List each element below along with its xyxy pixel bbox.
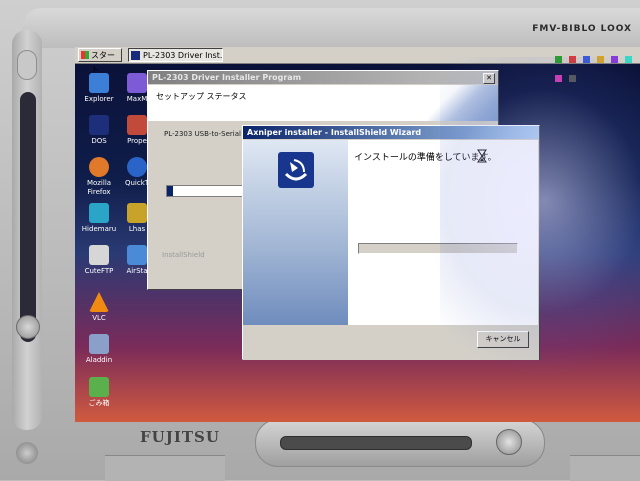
- vlc-cone-icon: [89, 292, 109, 312]
- desktop-icon-label: ごみ箱: [88, 399, 110, 407]
- start-label: スタート: [91, 51, 115, 74]
- taskbar: スタート PL-2303 Driver Inst...: [75, 47, 640, 82]
- system-tray: [554, 48, 640, 82]
- airstation-icon: [127, 245, 147, 265]
- brand-bottom-logo: FUJITSU: [140, 428, 220, 446]
- taskbar-button-label: PL-2303 Driver Inst...: [143, 51, 223, 60]
- wizard-progress-bar: [358, 243, 518, 254]
- installer-title-bar[interactable]: PL-2303 Driver Installer Program: [148, 71, 498, 84]
- header-graphic: [428, 85, 498, 121]
- bottom-round-button[interactable]: [496, 429, 522, 455]
- hinge-left: [105, 455, 225, 481]
- hourglass-icon: [477, 149, 487, 163]
- desktop-icon-label: VLC: [92, 314, 106, 322]
- tray-icon[interactable]: [569, 56, 577, 63]
- status-led: [17, 50, 37, 80]
- wizard-status-text: インストールの準備をしています。: [354, 153, 497, 163]
- fingerprint-slot: [280, 436, 472, 450]
- desktop-icon-aladdin[interactable]: Aladdin: [75, 334, 123, 365]
- power-button[interactable]: [16, 315, 40, 339]
- installshield-brand: InstallShield: [162, 251, 205, 259]
- wizard-title: Axniper installer - InstallShield Wizard: [247, 128, 422, 137]
- aladdin-icon: [89, 334, 109, 354]
- wizard-content: インストールの準備をしています。: [348, 140, 538, 325]
- windows-flag-icon: [81, 51, 89, 59]
- start-button[interactable]: スタート: [78, 48, 122, 74]
- wizard-button-bar: キャンセル: [243, 325, 539, 360]
- tray-icon[interactable]: [555, 75, 562, 82]
- tray-icon[interactable]: [625, 56, 633, 63]
- tray-icon[interactable]: [583, 56, 591, 63]
- tray-icon[interactable]: [569, 75, 577, 82]
- desktop-icon-vlc[interactable]: VLC: [75, 292, 123, 323]
- close-button[interactable]: ✕: [483, 73, 495, 84]
- tray-icon[interactable]: [597, 56, 605, 63]
- hidemaru-icon: [89, 203, 109, 223]
- lhasa-icon: [127, 203, 147, 223]
- bezel-left-rail: [12, 30, 42, 464]
- hinge-right: [570, 455, 640, 481]
- brand-top-logo: FMV-BIBLO LOOX: [532, 24, 632, 34]
- installer-icon: [131, 51, 140, 60]
- wizard-side-panel: [243, 140, 348, 325]
- tray-icon[interactable]: [555, 56, 562, 63]
- explorer-icon: [89, 73, 109, 93]
- installer-header-title: セットアップ ステータス: [156, 92, 247, 101]
- firefox-icon: [89, 157, 109, 177]
- installer-progress-fill: [167, 186, 173, 196]
- wizard-window: Axniper installer - InstallShield Wizard…: [242, 125, 540, 360]
- tray-icon[interactable]: [611, 56, 619, 63]
- quicktime-icon: [127, 157, 147, 177]
- cuteftp-icon: [89, 245, 109, 265]
- app-icon: [127, 115, 147, 135]
- screen: スタート PL-2303 Driver Inst... Explorer Max…: [75, 47, 640, 422]
- desktop-icon-recycle-bin[interactable]: ごみ箱: [75, 377, 123, 408]
- wizard-title-bar[interactable]: Axniper installer - InstallShield Wizard: [243, 126, 539, 139]
- recycle-bin-icon: [89, 377, 109, 397]
- cancel-button[interactable]: キャンセル: [477, 331, 529, 348]
- dos-icon: [89, 115, 109, 135]
- bottom-control-bar: [255, 419, 545, 467]
- installer-header: セットアップ ステータス: [148, 85, 498, 121]
- taskbar-button-installer[interactable]: PL-2303 Driver Inst...: [128, 48, 223, 62]
- rail-panel: [20, 92, 36, 342]
- desktop-icon-label: Aladdin: [85, 356, 113, 364]
- rail-bottom-knob: [16, 442, 38, 464]
- installshield-logo-icon: [278, 152, 314, 188]
- installer-title: PL-2303 Driver Installer Program: [152, 73, 302, 82]
- app-icon: [127, 73, 147, 93]
